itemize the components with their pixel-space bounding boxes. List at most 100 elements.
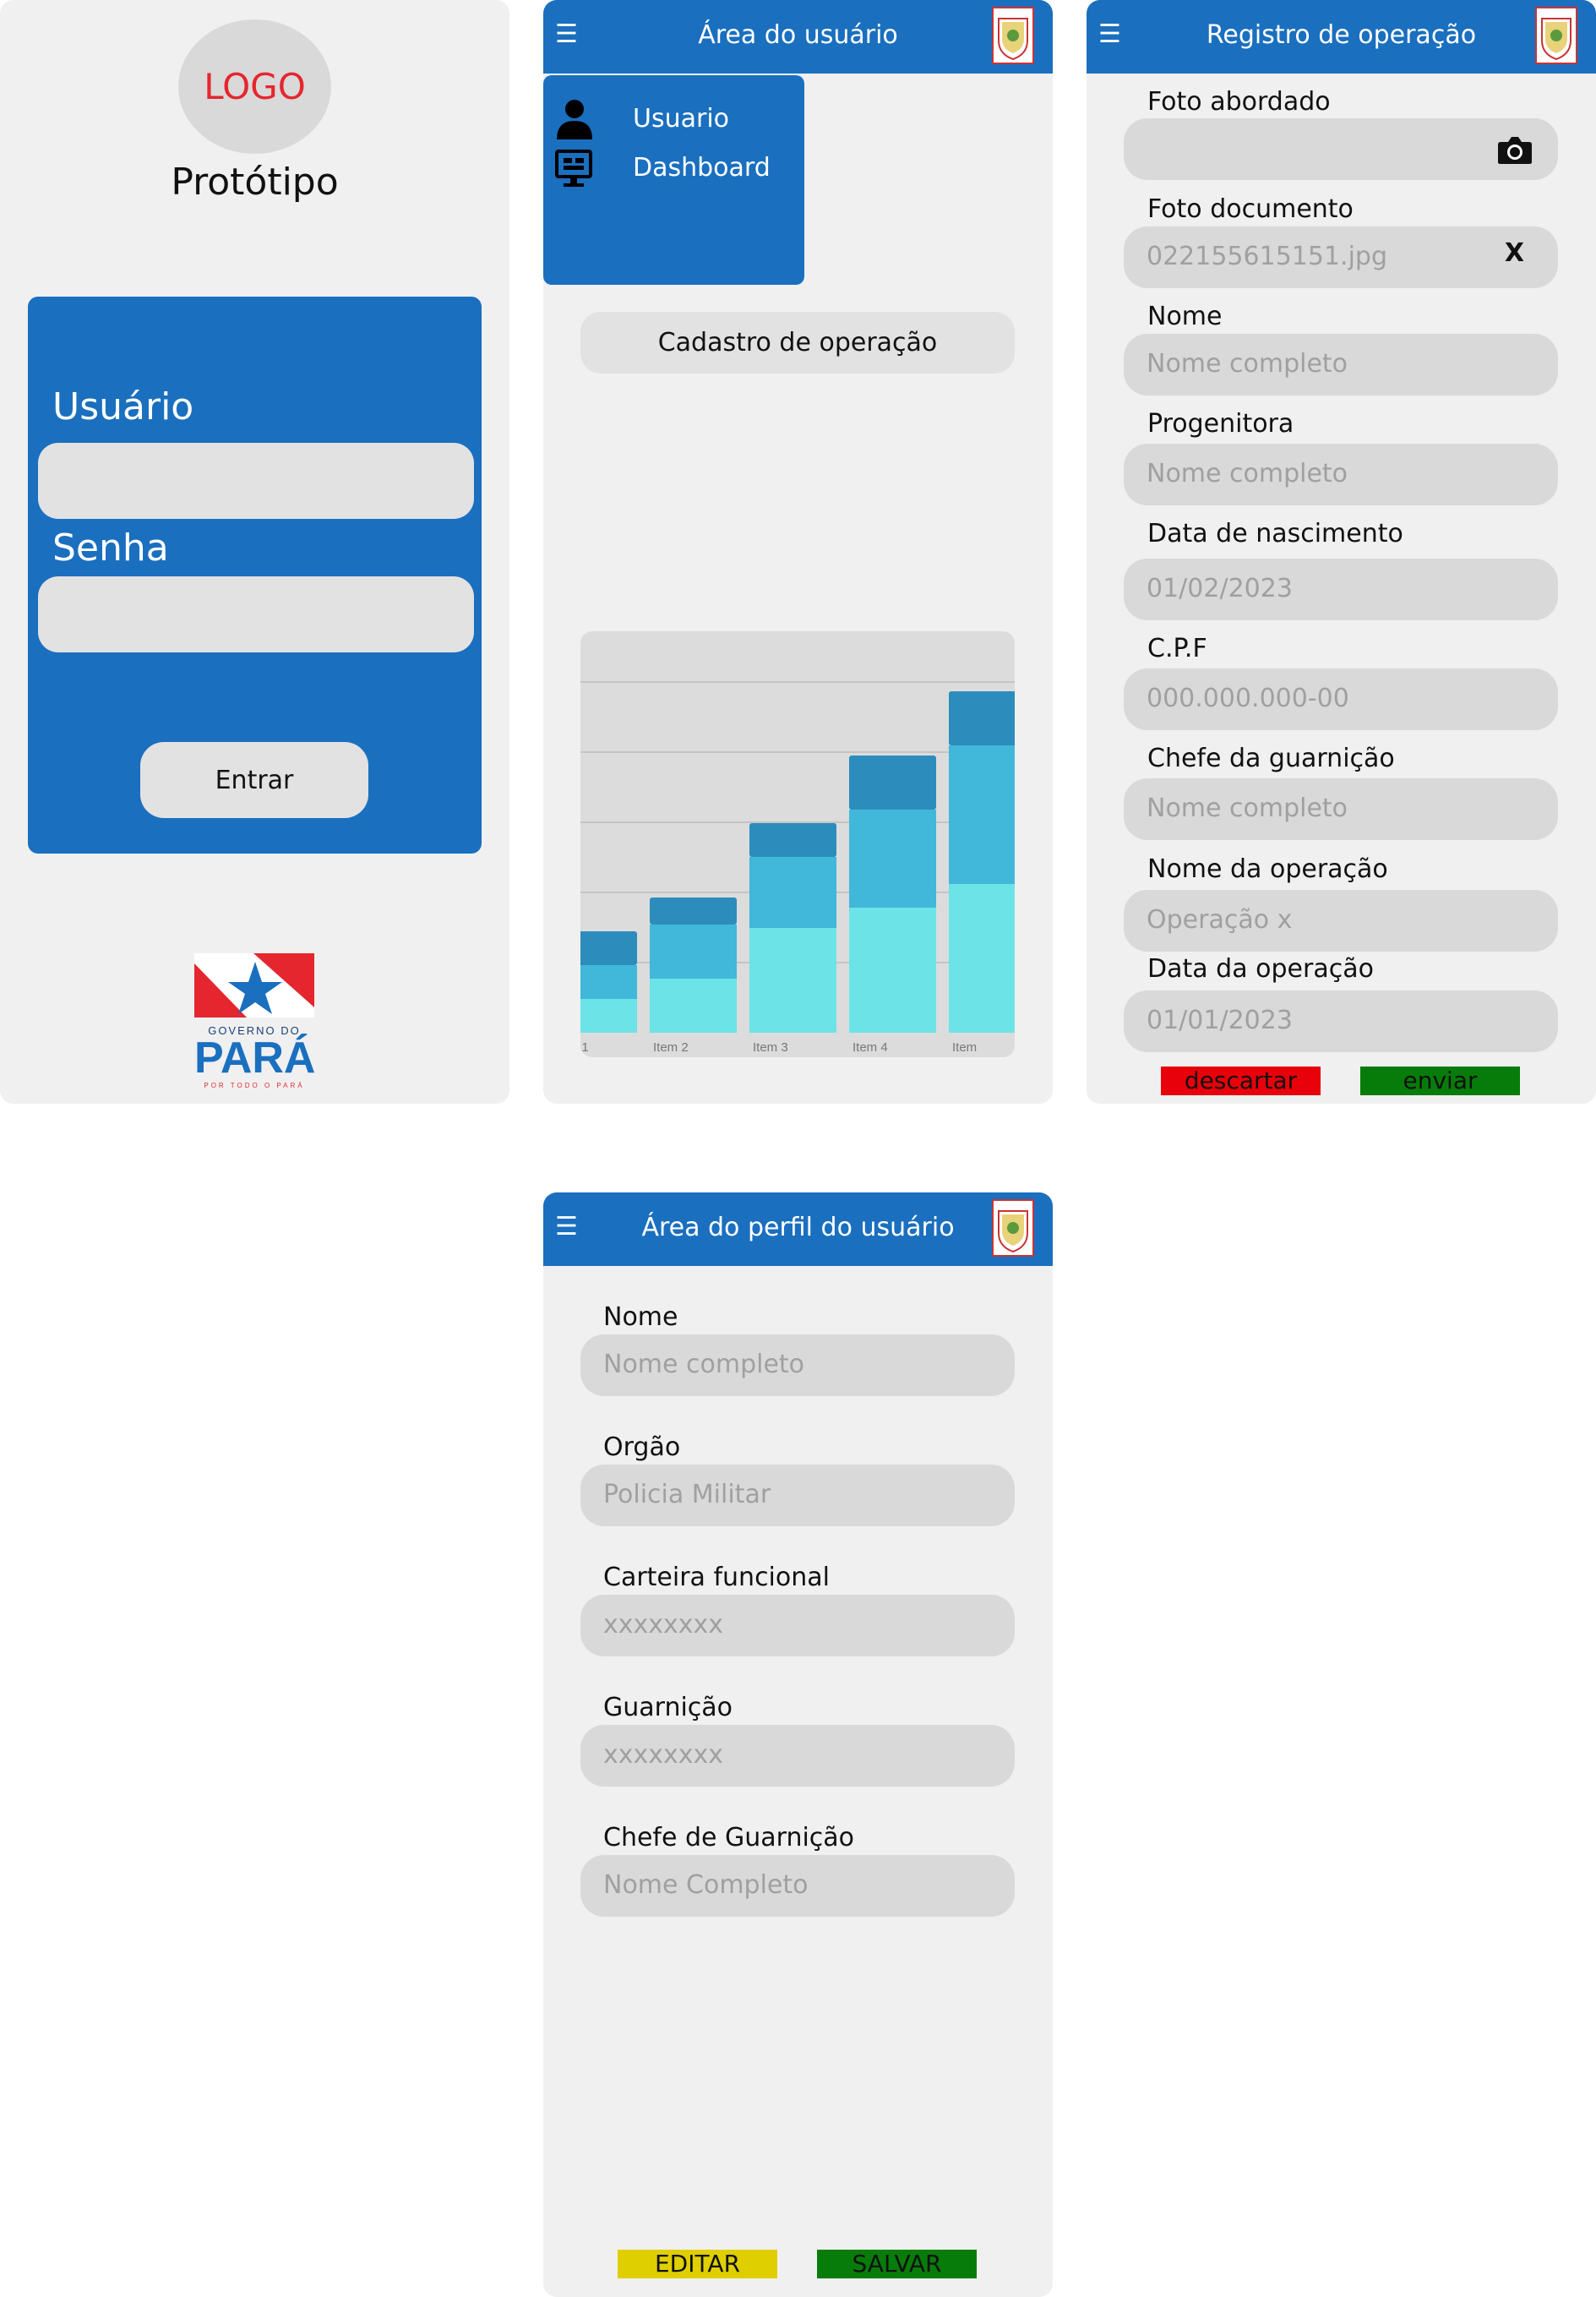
- gov-logo-main: PARÁ: [194, 1034, 316, 1083]
- field-label-foto-abordado: Foto abordado: [1147, 87, 1331, 117]
- header: ☰ Área do perfil do usuário: [543, 1192, 1053, 1266]
- profile-screen: ☰ Área do perfil do usuário Nome Nome co…: [543, 1192, 1053, 2297]
- mother-name-field[interactable]: Nome completo: [1124, 444, 1558, 505]
- birth-date-field[interactable]: 01/02/2023: [1124, 559, 1558, 620]
- chart-bar-segment: [580, 999, 637, 1033]
- name-field[interactable]: Nome completo: [1124, 334, 1558, 396]
- logo-text: LOGO: [204, 66, 306, 107]
- profile-name-field[interactable]: Nome completo: [580, 1334, 1015, 1396]
- field-label-guarnicao: Guarnição: [603, 1693, 733, 1722]
- field-label-chefe-guarnicao: Chefe de Guarnição: [603, 1823, 855, 1852]
- photo-document-field[interactable]: 022155615151.jpg X: [1124, 226, 1558, 288]
- header: ☰ Registro de operação: [1087, 0, 1596, 74]
- field-label-progenitora: Progenitora: [1147, 409, 1294, 439]
- field-placeholder: Policia Militar: [603, 1480, 771, 1509]
- photo-subject-field[interactable]: [1124, 118, 1558, 180]
- field-label-data-operacao: Data da operação: [1147, 954, 1374, 984]
- user-icon: [557, 100, 592, 139]
- field-label-cpf: C.P.F: [1147, 634, 1207, 663]
- login-form: Usuário Senha Entrar: [28, 297, 482, 854]
- menu-item-dashboard[interactable]: Dashboard: [543, 146, 797, 188]
- field-placeholder: Nome completo: [1147, 459, 1348, 488]
- chart-bar-segment: [849, 810, 936, 908]
- chart-x-tick-label: Item 3: [753, 1040, 788, 1055]
- field-placeholder: Nome completo: [603, 1350, 805, 1379]
- dashboard-screen: ☰ Área do usuário Usuario Dashboard Cada…: [543, 0, 1053, 1104]
- page-title: Área do perfil do usuário: [641, 1213, 955, 1242]
- field-label-data-nascimento: Data de nascimento: [1147, 519, 1403, 548]
- field-placeholder: 000.000.000-00: [1147, 684, 1349, 713]
- chart-bar-segment: [849, 756, 936, 810]
- field-placeholder: Nome completo: [1147, 349, 1348, 379]
- remove-file-button[interactable]: X: [1505, 238, 1524, 268]
- chart-x-tick-label: Item 4: [852, 1040, 888, 1055]
- menu-item-label: Usuario: [633, 104, 730, 134]
- chart-bar-segment: [580, 931, 637, 965]
- password-input[interactable]: [38, 576, 474, 652]
- user-input[interactable]: [38, 443, 474, 519]
- field-label-orgao: Orgão: [603, 1432, 681, 1462]
- field-label-nome: Nome: [1147, 302, 1223, 331]
- chart-bar-segment: [650, 979, 737, 1033]
- chart-bar-segment: [949, 745, 1015, 884]
- app-name: Protótipo: [171, 161, 339, 204]
- password-label: Senha: [52, 527, 169, 570]
- employee-id-field[interactable]: xxxxxxxx: [580, 1595, 1015, 1656]
- enter-button[interactable]: Entrar: [140, 742, 368, 818]
- chart-x-tick-label: Item: [952, 1040, 977, 1055]
- camera-icon[interactable]: [1497, 136, 1533, 165]
- chart-bar-segment: [949, 691, 1015, 745]
- chart-bar-segment: [849, 908, 936, 1033]
- squad-chief-field[interactable]: Nome completo: [1124, 778, 1558, 840]
- field-label-nome: Nome: [603, 1302, 678, 1332]
- page-title: Registro de operação: [1206, 20, 1477, 50]
- page-title: Área do usuário: [698, 20, 898, 50]
- field-placeholder: 01/02/2023: [1147, 574, 1293, 603]
- squad-field[interactable]: xxxxxxxx: [580, 1725, 1015, 1787]
- menu-item-usuario[interactable]: Usuario: [543, 97, 797, 139]
- send-button[interactable]: enviar: [1360, 1067, 1520, 1095]
- user-menu-dropdown: Usuario Dashboard: [543, 75, 804, 285]
- state-crest-icon: [992, 1199, 1034, 1257]
- state-crest-icon: [1535, 7, 1577, 64]
- register-screen: ☰ Registro de operação Foto abordado Fot…: [1087, 0, 1596, 1104]
- governo-para-logo: GOVERNO DO PARÁ POR TODO O PARÁ: [194, 953, 316, 1092]
- field-label-chefe-guarnicao: Chefe da guarnição: [1147, 744, 1395, 773]
- menu-item-label: Dashboard: [633, 153, 771, 183]
- field-value: 022155615151.jpg: [1147, 242, 1387, 271]
- chart-x-tick-label: Item 2: [653, 1040, 689, 1055]
- chart-bar-segment: [949, 884, 1015, 1033]
- field-placeholder: xxxxxxxx: [603, 1610, 724, 1640]
- field-label-carteira-funcional: Carteira funcional: [603, 1563, 830, 1592]
- field-label-nome-operacao: Nome da operação: [1147, 854, 1388, 884]
- chart-bar-segment: [650, 925, 737, 979]
- field-placeholder: xxxxxxxx: [603, 1740, 724, 1770]
- dashboard-chart: Item 1 Item 2 Item 3 Item 4 Item: [580, 631, 1015, 1057]
- header: ☰ Área do usuário: [543, 0, 1053, 74]
- stacked-bar-chart: Item 1 Item 2 Item 3 Item 4 Item: [580, 681, 1015, 1055]
- operation-name-field[interactable]: Operação x: [1124, 890, 1558, 952]
- chart-bar-segment: [580, 965, 637, 999]
- agency-field[interactable]: Policia Militar: [580, 1465, 1015, 1526]
- cpf-field[interactable]: 000.000.000-00: [1124, 668, 1558, 730]
- chart-x-tick-label: Item 1: [580, 1040, 589, 1055]
- gov-logo-tagline: POR TODO O PARÁ: [204, 1082, 305, 1089]
- operation-register-button[interactable]: Cadastro de operação: [580, 312, 1015, 374]
- field-placeholder: 01/01/2023: [1147, 1006, 1293, 1035]
- chart-bar-segment: [749, 857, 836, 928]
- edit-button[interactable]: EDITAR: [618, 2250, 777, 2278]
- chart-bar-segment: [749, 928, 836, 1033]
- squad-chief-field[interactable]: Nome Completo: [580, 1855, 1015, 1917]
- save-button[interactable]: SALVAR: [817, 2250, 977, 2278]
- chart-bar-segment: [749, 823, 836, 857]
- chart-bar-segment: [650, 898, 737, 925]
- logo-placeholder: LOGO: [178, 19, 331, 154]
- field-placeholder: Operação x: [1147, 905, 1293, 935]
- monitor-icon: [555, 150, 592, 187]
- field-label-foto-documento: Foto documento: [1147, 194, 1354, 224]
- user-label: Usuário: [52, 385, 194, 428]
- field-placeholder: Nome completo: [1147, 794, 1348, 823]
- login-screen: LOGO Protótipo Usuário Senha Entrar GOVE…: [0, 0, 509, 1104]
- operation-date-field[interactable]: 01/01/2023: [1124, 990, 1558, 1052]
- discard-button[interactable]: descartar: [1161, 1067, 1321, 1095]
